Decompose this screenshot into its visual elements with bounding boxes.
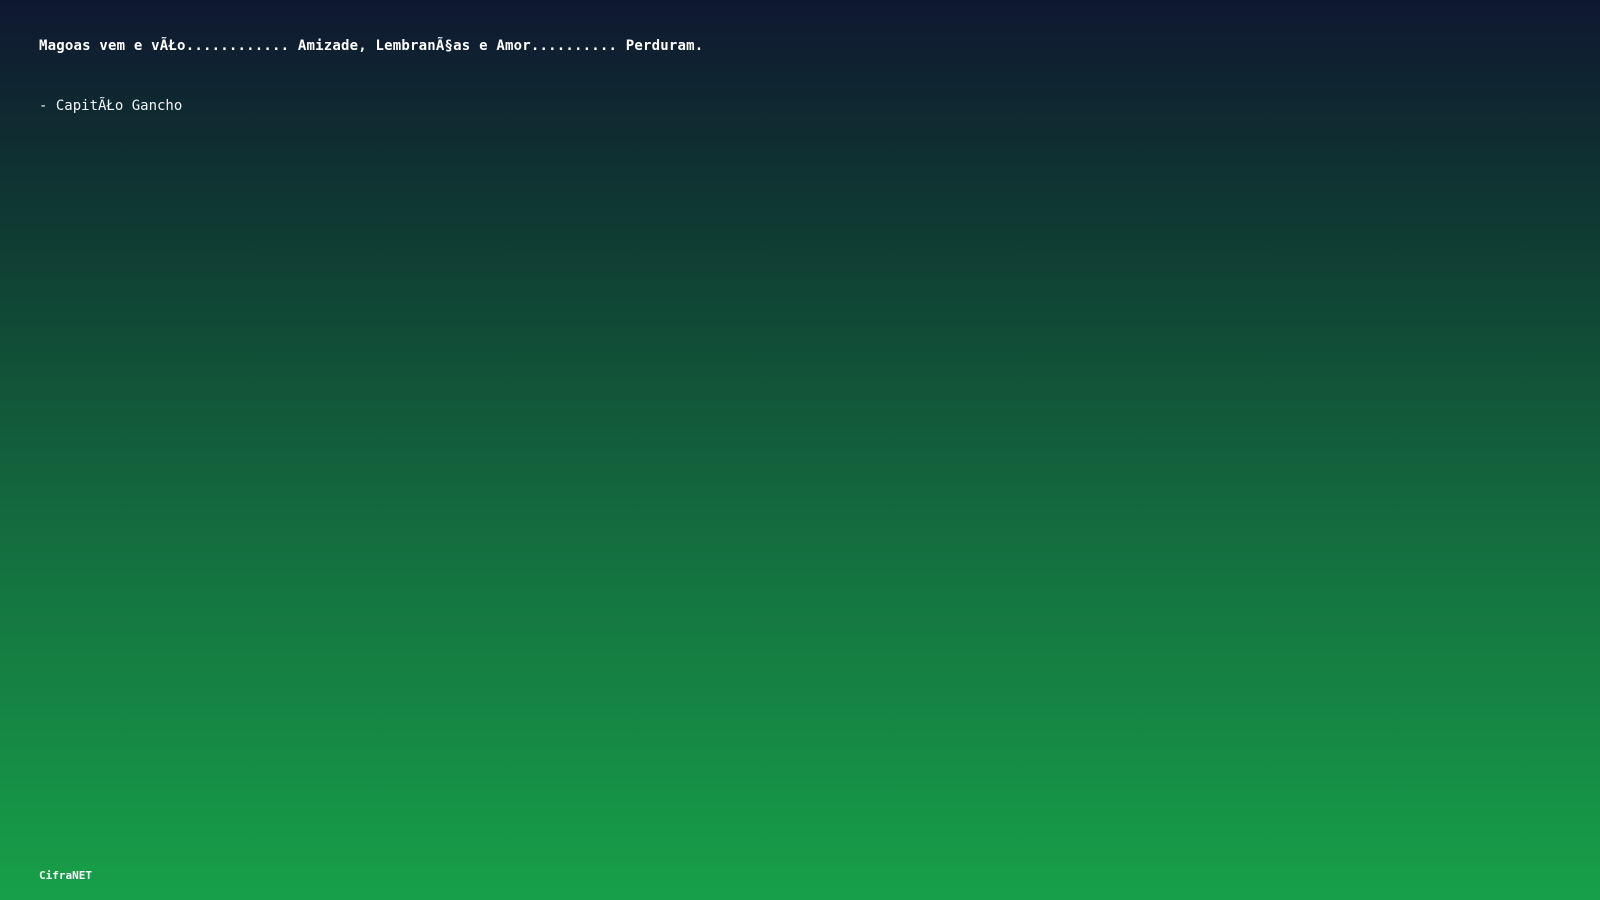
brand-label: CifraNET bbox=[39, 869, 92, 882]
quote-text: Magoas vem e vÃŁo............ Amizade, L… bbox=[39, 38, 704, 54]
quote-screen: { "quote": { "text": "Magoas vem e vÃŁo.… bbox=[0, 0, 1600, 900]
quote-author: - CapitÃŁo Gancho bbox=[39, 98, 183, 114]
